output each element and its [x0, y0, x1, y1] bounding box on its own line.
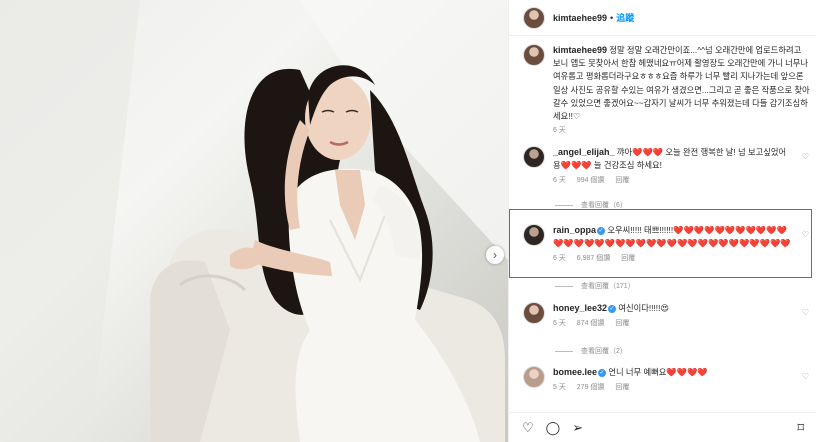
comment-time: 6 天 [553, 177, 566, 184]
comment-meta: 5 天 279 個讚 回覆 [553, 382, 793, 392]
commenter-username[interactable]: bomee.lee [553, 367, 597, 377]
commenter-avatar[interactable] [523, 302, 545, 324]
comment-meta: 6 天 874 個讚 回覆 [553, 318, 793, 328]
commenter-username[interactable]: _angel_elijah_ [553, 147, 615, 157]
comment-item: honey_lee32 ✓ 여신이다!!!!!😍 6 天 874 個讚 回覆 ♡ [523, 302, 813, 328]
comment-likes[interactable]: 279 個讚 [577, 384, 605, 391]
comment-item: _angel_elijah_ 꺄아❤️❤️❤️ 오늘 완전 행복한 날! 넘 보… [523, 146, 813, 185]
commenter-username[interactable]: honey_lee32 [553, 303, 607, 313]
comment-text: 언니 너무 예뻐요❤️❤️❤️❤️ [608, 367, 708, 377]
comment-like-heart-icon[interactable]: ♡ [802, 308, 809, 317]
comment-icon[interactable]: ◯ [546, 420, 561, 435]
next-photo-chevron-right-icon[interactable]: › [486, 246, 504, 264]
view-replies-label[interactable]: 查看回覆（2） [581, 346, 627, 356]
commenter-avatar[interactable] [523, 366, 545, 388]
reply-button[interactable]: 回覆 [615, 177, 629, 184]
comment-like-heart-icon[interactable]: ♡ [802, 372, 809, 381]
post-action-bar: ♡ ◯ ➢ ⌑ [508, 412, 816, 442]
comment-text: 여신이다!!!!!😍 [618, 303, 670, 313]
replies-line [555, 285, 573, 287]
caption-time: 6 天 [553, 127, 566, 135]
commenter-avatar[interactable] [523, 146, 545, 168]
bookmark-icon[interactable]: ⌑ [797, 421, 804, 435]
view-replies-label[interactable]: 查看回覆（171） [581, 281, 635, 291]
post-caption: kimtaehee99 정말 정말 오래간만이죠...^^넘 오래간만에 업로드… [523, 44, 811, 135]
post-header: kimtaehee99 • 追蹤 [509, 0, 816, 36]
comment-likes[interactable]: 874 個讚 [577, 320, 605, 327]
comment-time: 5 天 [553, 384, 566, 391]
highlight-annotation-box [509, 209, 812, 278]
reply-button[interactable]: 回覆 [615, 384, 629, 391]
caption-avatar[interactable] [523, 44, 545, 66]
comment-like-heart-icon[interactable]: ♡ [802, 152, 809, 161]
author-username[interactable]: kimtaehee99 [553, 13, 607, 23]
view-replies-button[interactable]: 查看回覆（171） [555, 281, 635, 291]
share-icon[interactable]: ➢ [572, 420, 583, 435]
heart-icon[interactable]: ♡ [522, 420, 534, 435]
replies-line [555, 204, 573, 206]
verified-badge-icon: ✓ [608, 304, 617, 313]
follow-button[interactable]: 追蹤 [616, 11, 634, 24]
comment-item: bomee.lee ✓ 언니 너무 예뻐요❤️❤️❤️❤️ 5 天 279 個讚 … [523, 366, 813, 392]
view-replies-button[interactable]: 查看回覆（2） [555, 346, 627, 356]
header-separator: • [610, 12, 614, 23]
author-avatar[interactable] [523, 6, 545, 29]
comment-time: 6 天 [553, 320, 566, 327]
reply-button[interactable]: 回覆 [615, 320, 629, 327]
comment-meta: 6 天 994 個讚 回覆 [553, 175, 793, 185]
caption-username[interactable]: kimtaehee99 [553, 45, 607, 55]
photo-illustration [0, 0, 508, 442]
post-photo[interactable]: › [0, 0, 508, 442]
replies-line [555, 350, 573, 352]
verified-badge-icon: ✓ [598, 368, 607, 377]
comment-likes[interactable]: 994 個讚 [577, 177, 605, 184]
caption-text: 정말 정말 오래간만이죠...^^넘 오래간만에 업로드하려고 보니 앱도 못찾… [553, 45, 810, 122]
